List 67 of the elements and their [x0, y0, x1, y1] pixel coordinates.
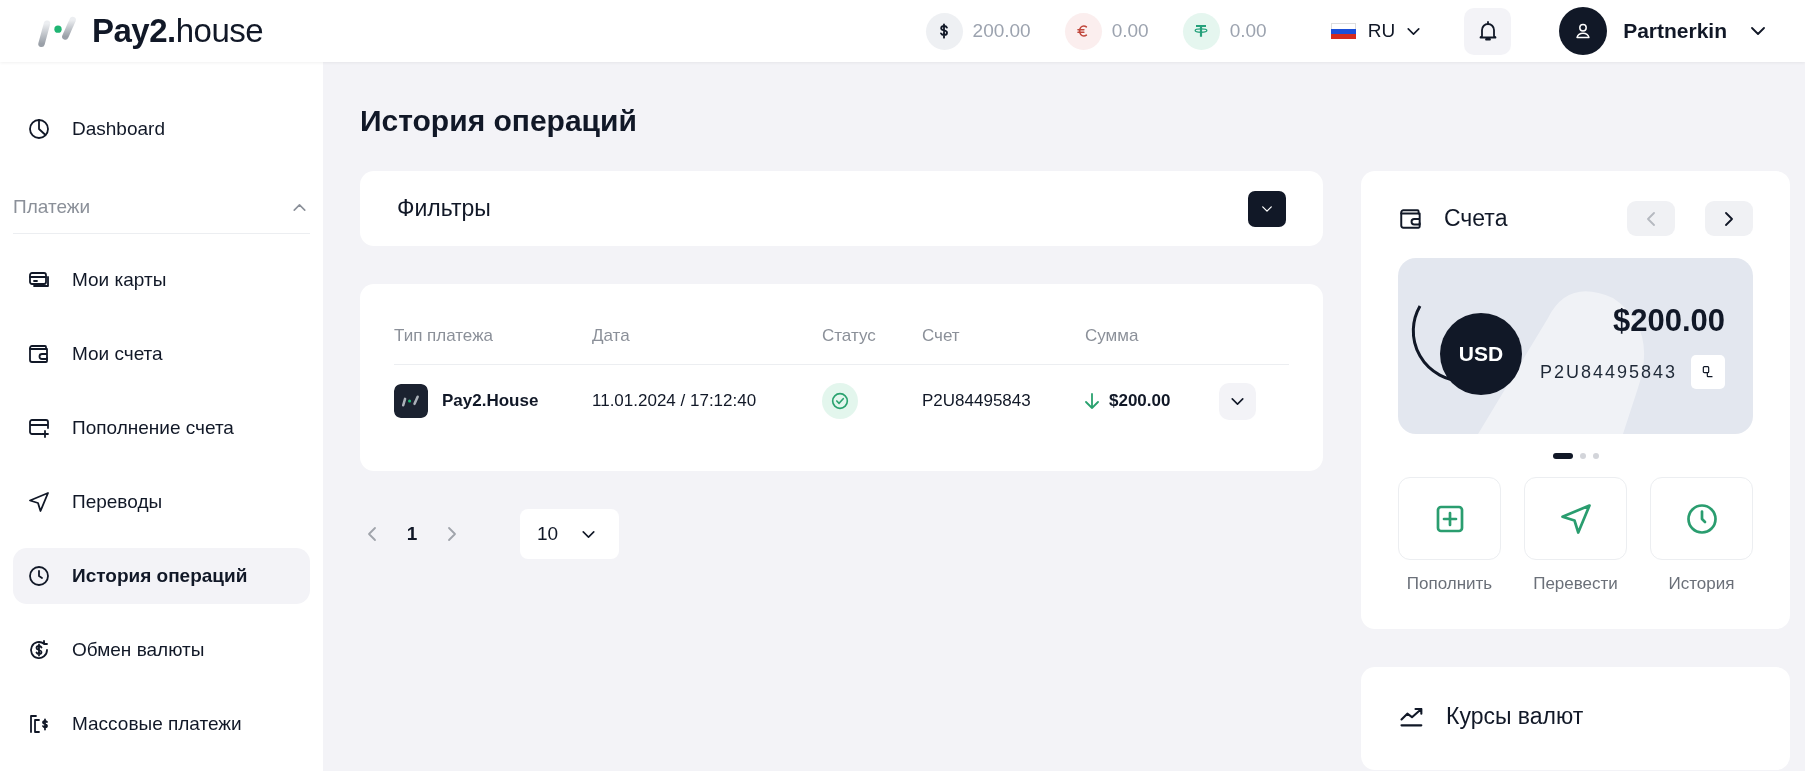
balance-amount: 200.00 [972, 20, 1031, 42]
account-balance: $200.00 [1612, 303, 1725, 339]
action-button[interactable] [1398, 477, 1501, 560]
action-label: Перевести [1533, 574, 1618, 594]
table-cell: Pay2.House [442, 391, 539, 411]
chevron-down-icon [1262, 205, 1272, 212]
chevron-down-icon [1751, 27, 1765, 35]
chevron-right-icon [1725, 211, 1733, 226]
action-button[interactable] [1650, 477, 1753, 560]
page-title: История операций [360, 103, 637, 139]
language-selector[interactable]: RU [1330, 20, 1421, 42]
filters-title: Фильтры [397, 195, 491, 222]
column-header: Счет [922, 326, 961, 346]
sidebar-item[interactable]: Мои карты [13, 252, 310, 308]
column-header: Статус [822, 326, 877, 346]
table-cell-text: P2U84495843 [922, 391, 1032, 411]
notifications-button[interactable] [1464, 7, 1512, 55]
table-cell: $200.00 [1109, 391, 1171, 411]
balance-amount: 0.00 [1111, 20, 1149, 42]
chevron-down-icon [1407, 27, 1421, 35]
chevron-down-icon [582, 530, 596, 538]
action-button[interactable] [1524, 477, 1627, 560]
next-button[interactable] [1705, 201, 1753, 236]
pie-chart-icon [27, 117, 51, 141]
sidebar-item[interactable]: Пополнение счета [13, 400, 310, 456]
euro-icon [1064, 12, 1102, 50]
column-header: Сумма [1085, 326, 1140, 346]
account-number: P2U84495843 [1539, 361, 1677, 383]
table-cell-text: 11.01.2024 / 17:12:40 [592, 391, 758, 411]
sidebar-item[interactable]: Dashboard [13, 101, 310, 157]
carousel-dot[interactable] [1592, 453, 1599, 459]
page-button[interactable]: 1 [400, 523, 424, 545]
carousel-dot[interactable] [1579, 453, 1586, 459]
send-icon [27, 490, 51, 514]
chevron-up-icon [293, 203, 306, 211]
avatar-icon [1559, 7, 1608, 55]
sidebar-item[interactable]: Обмен валюты [13, 622, 310, 678]
sidebar-item[interactable]: Переводы [13, 474, 310, 530]
sidebar-item[interactable]: История операций [13, 548, 310, 604]
expand-row-button[interactable] [1219, 382, 1256, 420]
page-size-dropdown[interactable]: 10 [520, 509, 619, 559]
rates-title: Курсы валют [1446, 702, 1584, 730]
user-menu[interactable]: Partnerkin [1559, 7, 1765, 55]
logo-text: Pay2.house [92, 12, 264, 50]
copy-button[interactable] [1691, 355, 1725, 389]
currency-exchange-icon [27, 638, 51, 662]
clock-icon [27, 564, 51, 588]
currency-badge: USD [1440, 313, 1522, 395]
dollar-icon [925, 12, 963, 50]
balance-amount: 0.00 [1229, 20, 1267, 42]
action-label: История [1668, 574, 1735, 594]
russia-flag-icon [1330, 22, 1356, 40]
mass-payment-icon [27, 712, 51, 736]
accounts-title: Счета [1444, 205, 1508, 232]
column-header: Тип платежа [394, 326, 494, 346]
card-plus-icon [27, 416, 51, 440]
action-label: Пополнить [1406, 574, 1493, 594]
wallet-icon [27, 342, 51, 366]
payment-logo-icon [394, 384, 428, 418]
copy-icon [1700, 364, 1716, 380]
filters-toggle-button[interactable] [1248, 190, 1286, 227]
chevron-left-icon [1647, 211, 1655, 226]
sidebar-item[interactable]: Мои счета [13, 326, 310, 382]
column-header: Дата [592, 326, 631, 346]
sidebar-item[interactable]: Массовые платежи [13, 696, 310, 752]
tether-icon [1182, 12, 1220, 50]
chevron-down-icon [1231, 397, 1244, 405]
